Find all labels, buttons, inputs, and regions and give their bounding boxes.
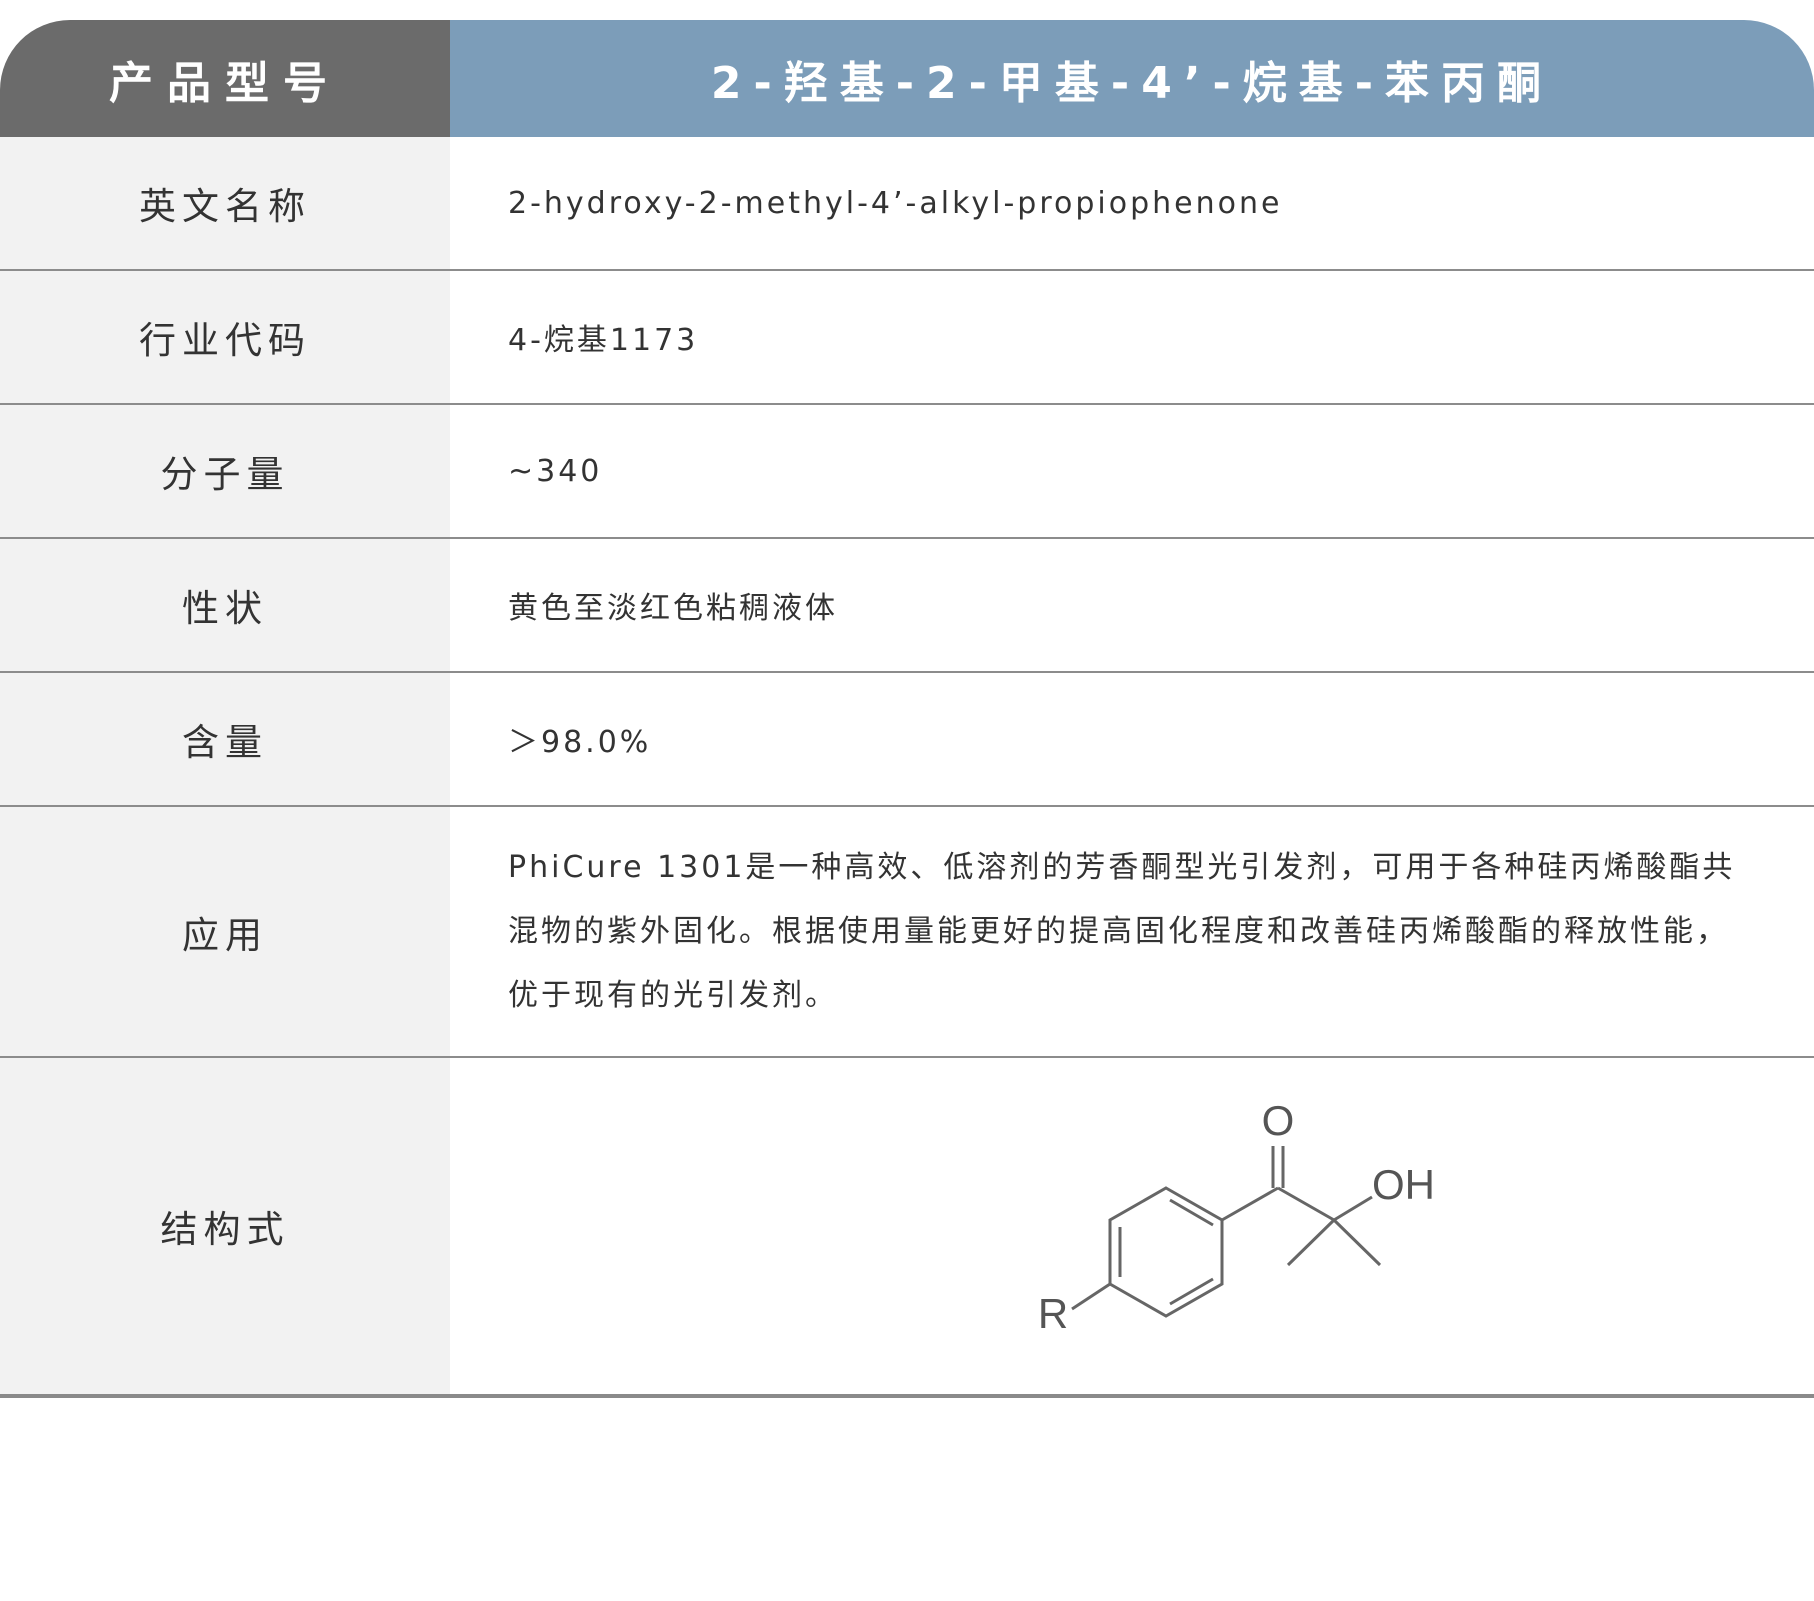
row-label-cell: 分子量 [0, 405, 450, 537]
table-row-appearance: 性状 黄色至淡红色粘稠液体 [0, 539, 1814, 673]
row-label: 行业代码 [139, 319, 311, 362]
methyl-bond-left [1286, 1218, 1336, 1267]
row-value-cell: 黄色至淡红色粘稠液体 [450, 539, 1814, 671]
application-value: PhiCure 1301是一种高效、低溶剂的芳香酮型光引发剂，可用于各种硅丙烯酸… [508, 849, 1736, 1013]
header-label-cell: 产品型号 [0, 20, 450, 137]
header-value-cell: 2-羟基-2-甲基-4’-烷基-苯丙酮 [450, 20, 1814, 137]
row-label: 结构式 [160, 1208, 290, 1251]
oh-bond [1333, 1195, 1373, 1222]
row-label: 性状 [182, 587, 268, 630]
content-value: ＞98.0% [508, 725, 652, 760]
methyl-bond-right [1332, 1218, 1382, 1267]
molecular-weight-value: ~340 [508, 453, 603, 489]
english-name-value: 2-hydroxy-2-methyl-4’-alkyl-propiophenon… [508, 185, 1283, 221]
atom-o-label: O [1262, 1097, 1295, 1144]
row-value-cell: PhiCure 1301是一种高效、低溶剂的芳香酮型光引发剂，可用于各种硅丙烯酸… [450, 807, 1814, 1056]
table-row-application: 应用 PhiCure 1301是一种高效、低溶剂的芳香酮型光引发剂，可用于各种硅… [0, 807, 1814, 1058]
atom-r-label: R [1038, 1290, 1068, 1337]
spec-table: 产品型号 2-羟基-2-甲基-4’-烷基-苯丙酮 英文名称 2-hydroxy-… [0, 20, 1814, 1398]
row-label-cell: 性状 [0, 539, 450, 671]
carbonyl-bond [1221, 1186, 1279, 1222]
appearance-value: 黄色至淡红色粘稠液体 [508, 591, 838, 626]
row-label-cell: 行业代码 [0, 271, 450, 403]
row-label: 应用 [182, 913, 268, 957]
row-label-cell: 含量 [0, 673, 450, 805]
row-value-cell: O OH R [450, 1058, 1814, 1394]
structural-formula-diagram: O OH R [1038, 1097, 1435, 1337]
industry-code-value: 4-烷基1173 [508, 323, 699, 358]
row-label: 分子量 [160, 453, 290, 496]
benzene-ring [1108, 1186, 1224, 1318]
table-row-content: 含量 ＞98.0% [0, 673, 1814, 807]
row-value-cell: 2-hydroxy-2-methyl-4’-alkyl-propiophenon… [450, 137, 1814, 269]
table-row-structure: 结构式 O OH R [0, 1058, 1814, 1398]
row-value-cell: ＞98.0% [450, 673, 1814, 805]
row-value-cell: 4-烷基1173 [450, 271, 1814, 403]
row-label-cell: 结构式 [0, 1058, 450, 1394]
row-label-cell: 英文名称 [0, 137, 450, 269]
atom-oh-label: OH [1372, 1161, 1435, 1208]
row-value-cell: ~340 [450, 405, 1814, 537]
header-label: 产品型号 [109, 57, 341, 109]
row-label: 含量 [182, 721, 268, 764]
row-label-cell: 应用 [0, 807, 450, 1056]
r-bond [1071, 1282, 1111, 1311]
row-label: 英文名称 [139, 185, 311, 228]
quaternary-bond [1277, 1186, 1335, 1222]
table-row-english-name: 英文名称 2-hydroxy-2-methyl-4’-alkyl-propiop… [0, 137, 1814, 271]
table-row-industry-code: 行业代码 4-烷基1173 [0, 271, 1814, 405]
table-row-molecular-weight: 分子量 ~340 [0, 405, 1814, 539]
product-model-name: 2-羟基-2-甲基-4’-烷基-苯丙酮 [710, 57, 1554, 109]
table-header: 产品型号 2-羟基-2-甲基-4’-烷基-苯丙酮 [0, 20, 1814, 137]
